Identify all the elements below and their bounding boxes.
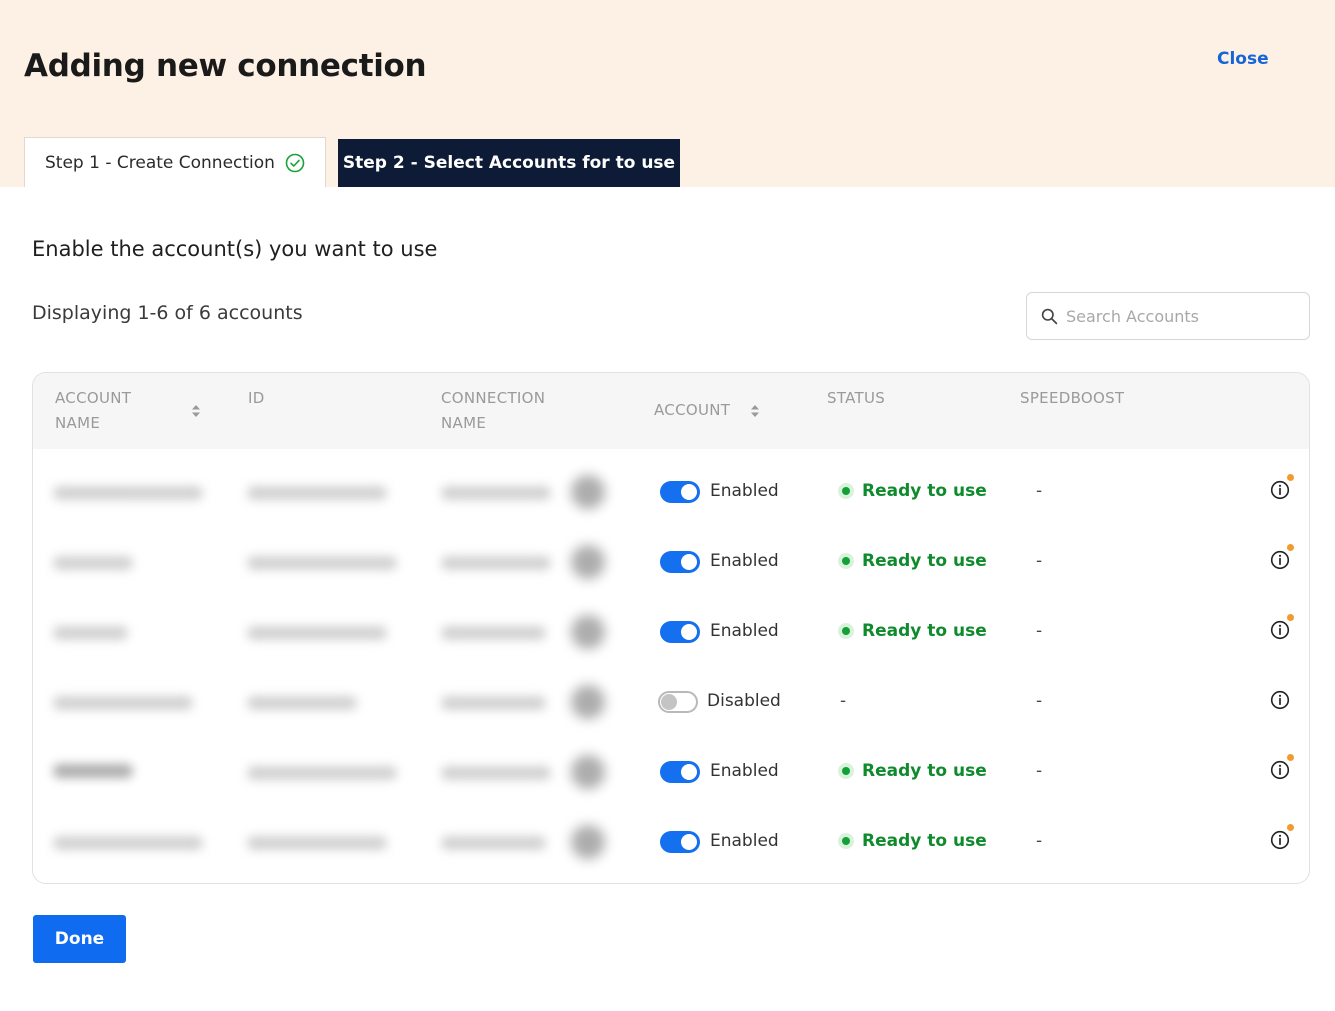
- account-toggle[interactable]: [660, 761, 700, 783]
- column-header-status: STATUS: [827, 389, 886, 407]
- connection-avatar: [571, 685, 605, 719]
- status-dot-icon: [838, 483, 854, 499]
- status-badge: Ready to use: [838, 621, 987, 641]
- connection-avatar: [571, 615, 605, 649]
- search-icon: [1041, 308, 1058, 324]
- column-header-speedboost: SPEEDBOOST: [1020, 389, 1125, 407]
- info-icon[interactable]: [1269, 549, 1291, 571]
- info-icon[interactable]: [1269, 829, 1291, 851]
- account-id-redacted: [247, 836, 387, 850]
- status-text: Ready to use: [862, 621, 987, 641]
- status-value: -: [840, 691, 847, 711]
- account-id-redacted: [247, 626, 387, 640]
- column-header-id: ID: [248, 389, 265, 407]
- speedboost-value: -: [1036, 621, 1043, 641]
- info-icon[interactable]: [1269, 759, 1291, 781]
- info-icon[interactable]: [1269, 689, 1291, 711]
- status-dot-icon: [838, 623, 854, 639]
- notification-dot: [1287, 824, 1294, 831]
- step-2-label: Step 2 - Select Accounts for to use: [342, 153, 676, 173]
- status-dot-icon: [838, 553, 854, 569]
- status-badge: Ready to use: [838, 831, 987, 851]
- speedboost-value: -: [1036, 761, 1043, 781]
- status-text: Ready to use: [862, 761, 987, 781]
- account-toggle[interactable]: [660, 831, 700, 853]
- column-header-account-name[interactable]: ACCOUNT NAME: [55, 386, 165, 436]
- connection-avatar: [571, 545, 605, 579]
- account-toggle[interactable]: [658, 691, 698, 713]
- account-id-redacted: [247, 556, 397, 570]
- tab-step-1[interactable]: Step 1 - Create Connection: [24, 137, 326, 187]
- page-header: Adding new connection Close Step 1 - Cre…: [0, 0, 1335, 187]
- speedboost-value: -: [1036, 481, 1043, 501]
- account-state-label: Enabled: [710, 481, 779, 501]
- accounts-table: ACCOUNT NAME ID CONNECTION NAME ACCOUNT …: [32, 372, 1310, 884]
- account-state-label: Enabled: [710, 551, 779, 571]
- info-icon[interactable]: [1269, 619, 1291, 641]
- notification-dot: [1287, 614, 1294, 621]
- table-header: ACCOUNT NAME ID CONNECTION NAME ACCOUNT …: [33, 373, 1309, 449]
- sort-icon[interactable]: [750, 404, 760, 418]
- account-toggle[interactable]: [660, 551, 700, 573]
- account-id-redacted: [247, 696, 357, 710]
- done-button[interactable]: Done: [33, 915, 126, 963]
- speedboost-value: -: [1036, 691, 1043, 711]
- tab-step-2[interactable]: Step 2 - Select Accounts for to use: [338, 139, 680, 187]
- status-text: Ready to use: [862, 551, 987, 571]
- connection-name-redacted: [441, 486, 551, 500]
- table-row: Enabled Ready to use -: [33, 737, 1309, 807]
- column-header-account[interactable]: ACCOUNT: [654, 398, 730, 423]
- account-toggle[interactable]: [660, 621, 700, 643]
- sort-icon[interactable]: [191, 404, 201, 418]
- account-id-redacted: [247, 766, 397, 780]
- status-badge: Ready to use: [838, 761, 987, 781]
- status-text: Ready to use: [862, 481, 987, 501]
- notification-dot: [1287, 544, 1294, 551]
- notification-dot: [1287, 474, 1294, 481]
- status-dot-icon: [838, 763, 854, 779]
- connection-name-redacted: [441, 836, 546, 850]
- table-row: Enabled Ready to use -: [33, 597, 1309, 667]
- connection-avatar: [571, 825, 605, 859]
- step-1-label: Step 1 - Create Connection: [45, 152, 275, 173]
- close-link[interactable]: Close: [1217, 49, 1269, 69]
- connection-name-redacted: [441, 556, 551, 570]
- notification-dot: [1287, 754, 1294, 761]
- speedboost-value: -: [1036, 551, 1043, 571]
- account-toggle[interactable]: [660, 481, 700, 503]
- connection-avatar: [571, 475, 605, 509]
- info-icon[interactable]: [1269, 479, 1291, 501]
- account-state-label: Enabled: [710, 621, 779, 641]
- connection-avatar: [571, 755, 605, 789]
- account-name-redacted: [53, 556, 133, 570]
- account-name-redacted: [53, 764, 133, 778]
- account-name-redacted: [53, 696, 193, 710]
- table-row: Enabled Ready to use -: [33, 457, 1309, 527]
- page-title: Adding new connection: [24, 48, 427, 84]
- search-field[interactable]: [1026, 292, 1310, 340]
- status-text: Ready to use: [862, 831, 987, 851]
- connection-name-redacted: [441, 696, 546, 710]
- account-state-label: Enabled: [710, 761, 779, 781]
- section-title: Enable the account(s) you want to use: [32, 237, 438, 261]
- column-header-connection-name: CONNECTION NAME: [441, 389, 546, 432]
- account-name-redacted: [53, 626, 128, 640]
- table-row: Enabled Ready to use -: [33, 807, 1309, 877]
- account-name-redacted: [53, 836, 203, 850]
- connection-name-redacted: [441, 766, 551, 780]
- speedboost-value: -: [1036, 831, 1043, 851]
- table-row: Enabled Ready to use -: [33, 527, 1309, 597]
- account-name-redacted: [53, 486, 203, 500]
- status-badge: Ready to use: [838, 481, 987, 501]
- status-dot-icon: [838, 833, 854, 849]
- connection-name-redacted: [441, 626, 546, 640]
- status-badge: Ready to use: [838, 551, 987, 571]
- account-state-label: Enabled: [710, 831, 779, 851]
- results-count: Displaying 1-6 of 6 accounts: [32, 302, 303, 324]
- check-circle-icon: [285, 153, 305, 172]
- account-id-redacted: [247, 486, 387, 500]
- search-input[interactable]: [1066, 306, 1296, 326]
- table-row: Disabled - -: [33, 667, 1309, 737]
- account-state-label: Disabled: [707, 691, 781, 711]
